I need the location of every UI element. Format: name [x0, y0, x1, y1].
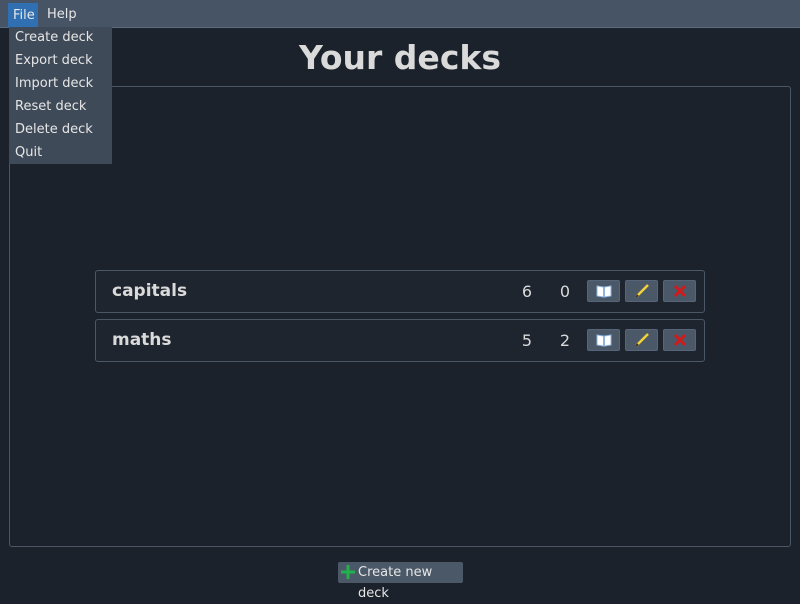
deck-row: capitals 6 0	[95, 270, 705, 313]
deck-count-b: 2	[559, 331, 571, 350]
menu-item-import-deck[interactable]: Import deck	[9, 73, 112, 96]
menu-item-delete-deck[interactable]: Delete deck	[9, 119, 112, 142]
page-title: Your decks	[299, 38, 501, 77]
deck-name: capitals	[112, 281, 188, 301]
deck-count-a: 5	[521, 331, 533, 350]
menu-item-export-deck[interactable]: Export deck	[9, 50, 112, 73]
green-plus-icon	[341, 565, 355, 579]
delete-deck-button[interactable]	[663, 329, 696, 351]
menu-help[interactable]: Help	[42, 4, 82, 28]
create-new-deck-button[interactable]: Create new deck	[338, 562, 463, 601]
menu-item-quit[interactable]: Quit	[9, 142, 112, 165]
open-book-icon	[596, 334, 612, 347]
open-book-icon	[596, 285, 612, 298]
study-deck-button[interactable]	[587, 329, 620, 351]
deck-row: maths 5 2	[95, 319, 705, 362]
deck-count-a: 6	[521, 282, 533, 301]
file-menu-dropdown: Create deck Export deck Import deck Rese…	[9, 27, 112, 164]
pencil-icon	[635, 284, 649, 298]
deck-count-b: 0	[559, 282, 571, 301]
deck-list-panel	[9, 86, 791, 547]
deck-name: maths	[112, 330, 172, 350]
red-x-icon	[673, 333, 687, 347]
create-new-deck-label: Create new deck	[358, 565, 433, 601]
menu-file[interactable]: File	[8, 3, 38, 28]
delete-deck-button[interactable]	[663, 280, 696, 302]
edit-deck-button[interactable]	[625, 329, 658, 351]
red-x-icon	[673, 284, 687, 298]
pencil-icon	[635, 333, 649, 347]
menu-item-reset-deck[interactable]: Reset deck	[9, 96, 112, 119]
menu-bar: File Help	[0, 0, 800, 28]
study-deck-button[interactable]	[587, 280, 620, 302]
edit-deck-button[interactable]	[625, 280, 658, 302]
menu-item-create-deck[interactable]: Create deck	[9, 27, 112, 50]
